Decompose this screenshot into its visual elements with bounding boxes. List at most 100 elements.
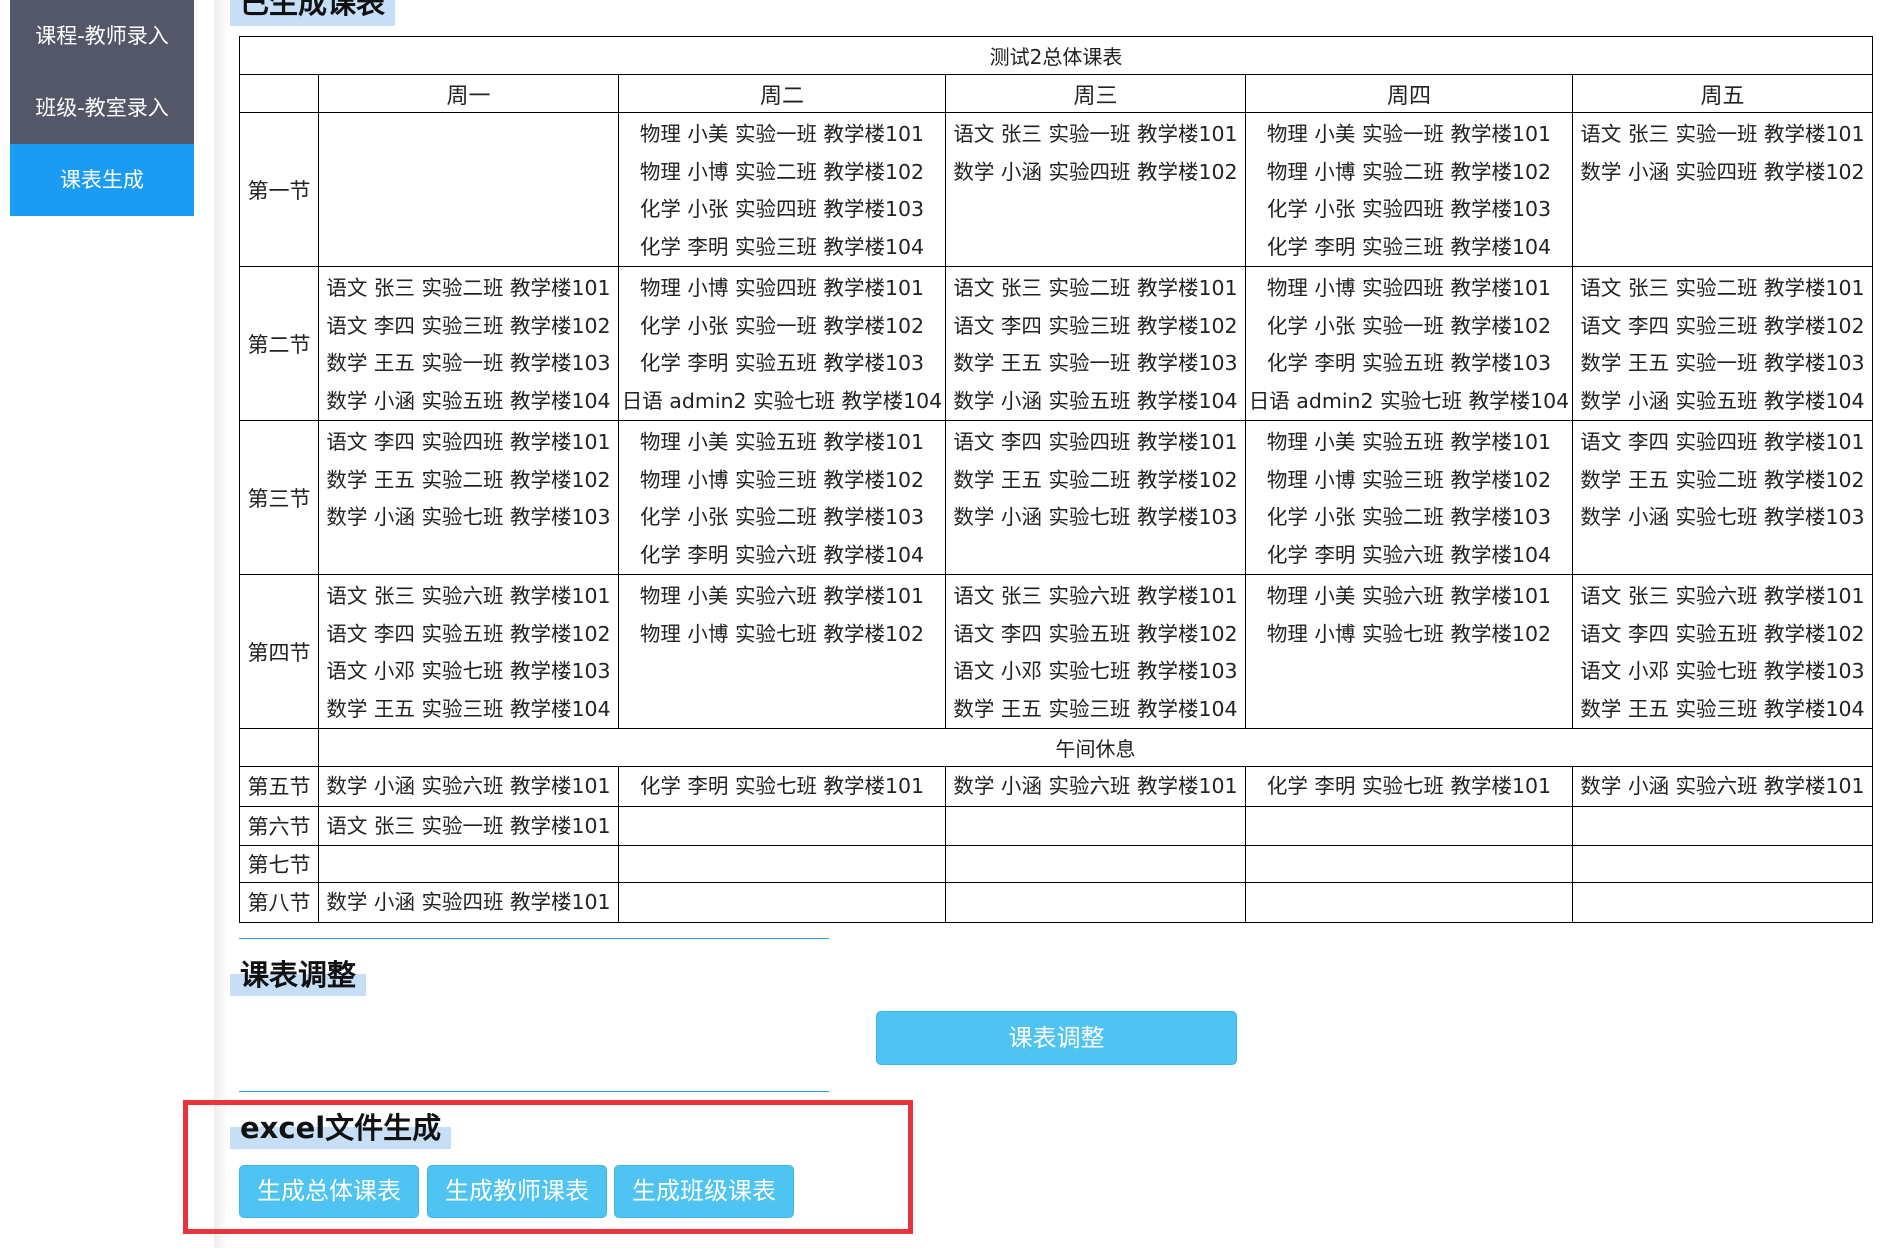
class-entry: 物理 小博 实验七班 教学楼102 [1266, 621, 1552, 646]
timetable-cell: 物理 小博 实验四班 教学楼101 化学 小张 实验一班 教学楼102 化学 李明 … [1245, 266, 1573, 421]
period-label: 第七节 [239, 845, 319, 883]
class-entry: 数学 小涵 实验六班 教学楼101 [1580, 774, 1865, 798]
period-row: 第五节 数学 小涵 实验六班 教学楼101 化学 李明 实验七班 教学楼101 数学 … [239, 766, 1874, 807]
class-entry: 化学 小张 实验二班 教学楼103 [639, 505, 925, 529]
class-entry: 数学 小涵 实验五班 教学楼104 [326, 388, 611, 413]
class-entry: 语文 小邓 实验七班 教学楼103 [326, 659, 611, 683]
class-entry: 语文 李四 实验四班 教学楼101 [953, 430, 1238, 454]
timetable-cell: 物理 小美 实验五班 教学楼101 物理 小博 实验三班 教学楼102 化学 小张 … [1245, 420, 1573, 575]
timetable-cell [1245, 845, 1573, 883]
class-entry: 语文 李四 实验五班 教学楼102 [326, 621, 611, 646]
class-entry: 物理 小博 实验四班 教学楼101 [1266, 276, 1552, 300]
timetable-cell [318, 845, 619, 883]
class-entry: 语文 张三 实验六班 教学楼101 [326, 584, 611, 608]
day-header: 周三 [945, 74, 1246, 113]
class-entry: 语文 张三 实验六班 教学楼101 [1580, 584, 1865, 608]
class-entry: 语文 李四 实验三班 教学楼102 [326, 313, 611, 338]
timetable-cell: 化学 李明 实验七班 教学楼101 [1245, 766, 1573, 807]
class-entry: 日语 admin2 实验七班 教学楼104 [1248, 388, 1570, 413]
class-entry: 语文 小邓 实验七班 教学楼103 [953, 659, 1238, 683]
class-entry: 语文 张三 实验二班 教学楼101 [1580, 276, 1865, 300]
class-entry: 语文 李四 实验四班 教学楼101 [326, 430, 611, 454]
class-entry: 物理 小美 实验六班 教学楼101 [639, 584, 925, 608]
class-entry: 数学 王五 实验三班 教学楼104 [326, 696, 611, 721]
timetable-cell [945, 845, 1246, 883]
timetable-cell: 物理 小美 实验五班 教学楼101 物理 小博 实验三班 教学楼102 化学 小张 … [618, 420, 946, 575]
timetable-cell: 物理 小美 实验一班 教学楼101 物理 小博 实验二班 教学楼102 化学 小张 … [1245, 112, 1573, 267]
class-entry: 数学 小涵 实验四班 教学楼102 [1580, 159, 1865, 184]
class-entry: 数学 小涵 实验五班 教学楼104 [953, 388, 1238, 413]
sidebar-item-class-classroom-entry[interactable]: 班级-教室录入 [10, 72, 194, 144]
class-entry: 数学 王五 实验二班 教学楼102 [326, 467, 611, 492]
class-entry: 化学 李明 实验七班 教学楼101 [639, 774, 925, 798]
generated-timetable-title-text: 已生成课表 [240, 0, 386, 20]
timetable-cell: 数学 小涵 实验六班 教学楼101 [1571, 766, 1874, 807]
corner-cell [239, 74, 319, 113]
class-entry: 物理 小美 实验一班 教学楼101 [1266, 122, 1552, 146]
timetable-cell: 语文 张三 实验六班 教学楼101 语文 李四 实验五班 教学楼102 语文 小邓 … [318, 574, 619, 729]
class-entry: 物理 小博 实验七班 教学楼102 [639, 621, 925, 646]
timetable-cell: 语文 李四 实验四班 教学楼101 数学 王五 实验二班 教学楼102 数学 小涵 … [318, 420, 619, 575]
period-row: 第八节 数学 小涵 实验四班 教学楼101 [239, 882, 1874, 923]
period-row: 第一节 物理 小美 实验一班 教学楼101 物理 小博 实验二班 教学楼102 化学 … [239, 112, 1874, 267]
timetable-cell: 语文 张三 实验二班 教学楼101 语文 李四 实验三班 教学楼102 数学 王五 … [1571, 266, 1874, 421]
class-entry: 化学 小张 实验四班 教学楼103 [1266, 197, 1552, 221]
timetable-cell: 物理 小美 实验一班 教学楼101 物理 小博 实验二班 教学楼102 化学 小张 … [618, 112, 946, 267]
class-entry: 化学 小张 实验四班 教学楼103 [639, 197, 925, 221]
sidebar-item-course-teacher-entry[interactable]: 课程-教师录入 [10, 0, 194, 72]
break-row: 午间休息 [239, 728, 1874, 767]
timetable-cell: 语文 张三 实验二班 教学楼101 语文 李四 实验三班 教学楼102 数学 王五 … [945, 266, 1246, 421]
class-entry: 数学 小涵 实验五班 教学楼104 [1580, 388, 1865, 413]
class-entry: 语文 李四 实验五班 教学楼102 [1580, 621, 1865, 646]
class-entry: 语文 小邓 实验七班 教学楼103 [1580, 659, 1865, 683]
class-entry: 数学 王五 实验三班 教学楼104 [1580, 696, 1865, 721]
timetable-cell: 语文 李四 实验四班 教学楼101 数学 王五 实验二班 教学楼102 数学 小涵 … [945, 420, 1246, 575]
day-header: 周四 [1245, 74, 1573, 113]
timetable-cell: 数学 小涵 实验四班 教学楼101 [318, 882, 619, 923]
section-divider [239, 938, 829, 939]
class-entry: 化学 李明 实验三班 教学楼104 [639, 234, 925, 259]
timetable-cell [1245, 882, 1573, 923]
class-entry: 语文 李四 实验四班 教学楼101 [1580, 430, 1865, 454]
timetable-cell: 数学 小涵 实验六班 教学楼101 [318, 766, 619, 807]
timetable-cell: 语文 张三 实验六班 教学楼101 语文 李四 实验五班 教学楼102 语文 小邓 … [1571, 574, 1874, 729]
period-label: 第六节 [239, 805, 319, 846]
period-row: 第六节 语文 张三 实验一班 教学楼101 [239, 805, 1874, 846]
class-entry: 数学 小涵 实验七班 教学楼103 [1580, 505, 1865, 529]
timetable-cell: 物理 小博 实验四班 教学楼101 化学 小张 实验一班 教学楼102 化学 李明 … [618, 266, 946, 421]
timetable-adjust-button[interactable]: 课表调整 [876, 1011, 1237, 1065]
class-entry: 化学 李明 实验五班 教学楼103 [639, 351, 925, 375]
sidebar-shadow [214, 0, 228, 1248]
class-entry: 数学 王五 实验三班 教学楼104 [953, 696, 1238, 721]
class-entry: 语文 张三 实验二班 教学楼101 [953, 276, 1238, 300]
timetable-cell [1571, 805, 1874, 846]
class-entry: 语文 李四 实验五班 教学楼102 [953, 621, 1238, 646]
timetable-cell: 语文 张三 实验一班 教学楼101 数学 小涵 实验四班 教学楼102 [945, 112, 1246, 267]
sidebar-item-timetable-generation[interactable]: 课表生成 [10, 144, 194, 216]
period-label: 第三节 [239, 420, 319, 575]
timetable-cell [1571, 845, 1874, 883]
class-entry: 化学 李明 实验六班 教学楼104 [639, 542, 925, 567]
day-header: 周二 [618, 74, 946, 113]
day-header-row: 周一 周二 周三 周四 周五 [239, 74, 1874, 113]
lunch-break-label: 午间休息 [317, 728, 1874, 767]
class-entry: 日语 admin2 实验七班 教学楼104 [621, 388, 943, 413]
day-header: 周一 [318, 74, 619, 113]
period-row: 第四节 语文 张三 实验六班 教学楼101 语文 李四 实验五班 教学楼102 语文 … [239, 574, 1874, 729]
period-label: 第八节 [239, 882, 319, 923]
class-entry: 数学 小涵 实验七班 教学楼103 [326, 505, 611, 529]
break-corner-cell [239, 728, 319, 767]
timetable-adjust-title: 课表调整 [230, 958, 367, 996]
class-entry: 数学 王五 实验一班 教学楼103 [326, 351, 611, 375]
class-entry: 数学 小涵 实验七班 教学楼103 [953, 505, 1238, 529]
timetable-cell [618, 805, 946, 846]
timetable-cell: 数学 小涵 实验六班 教学楼101 [945, 766, 1246, 807]
class-entry: 化学 李明 实验五班 教学楼103 [1266, 351, 1552, 375]
class-entry: 数学 小涵 实验四班 教学楼101 [326, 890, 611, 914]
day-header: 周五 [1571, 74, 1874, 113]
period-row: 第七节 [239, 845, 1874, 883]
timetable-cell: 语文 李四 实验四班 教学楼101 数学 王五 实验二班 教学楼102 数学 小涵 … [1571, 420, 1874, 575]
period-label: 第四节 [239, 574, 319, 729]
timetable-cell: 语文 张三 实验二班 教学楼101 语文 李四 实验三班 教学楼102 数学 王五 … [318, 266, 619, 421]
timetable-cell: 语文 张三 实验一班 教学楼101 数学 小涵 实验四班 教学楼102 [1571, 112, 1874, 267]
